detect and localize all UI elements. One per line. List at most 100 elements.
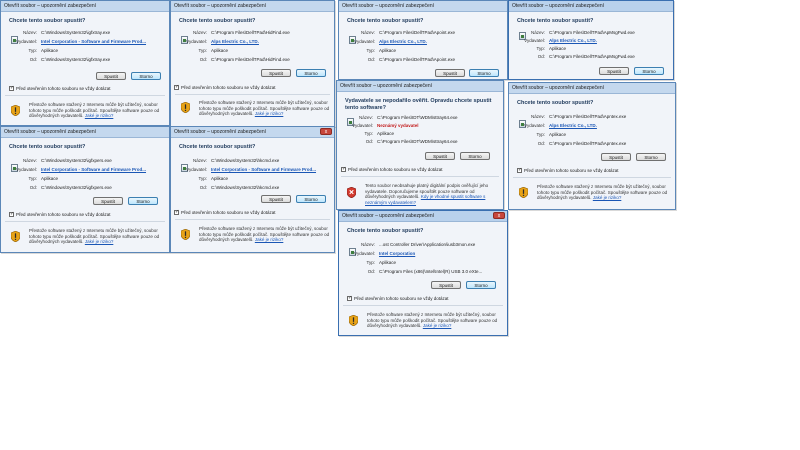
file-type-value: Aplikace [211, 176, 229, 181]
separator [343, 305, 503, 306]
always-ask-checkbox[interactable]: Před otevřením tohoto souboru se vždy do… [517, 167, 619, 174]
run-button[interactable]: Spustit [599, 67, 629, 75]
file-name-value: C:\Program Files\DellTPad\ApMsgFwd.exe [549, 30, 635, 35]
dialog-title: Otevřít soubor – upozornění zabezpečení [1, 127, 169, 138]
separator [5, 95, 165, 96]
file-type-value: Aplikace [379, 260, 397, 265]
security-dialog-iusb3mon: Otevřít soubor – upozornění zabezpečení … [338, 210, 508, 336]
checkbox-icon [9, 211, 14, 218]
file-source-value: C:\Windows\System32\igfxtray.exe [41, 57, 111, 62]
dialog-title: Otevřít soubor – upozornění zabezpečení [509, 1, 673, 12]
cancel-button[interactable]: Storno [296, 195, 326, 203]
dialog-title: Otevřít soubor – upozornění zabezpečení [509, 83, 675, 94]
run-button[interactable]: Spustit [435, 69, 465, 77]
always-ask-checkbox[interactable]: Před otevřením tohoto souboru se vždy do… [9, 211, 111, 218]
security-dialog-igfxpers: Otevřít soubor – upozornění zabezpečení … [0, 126, 170, 253]
file-type-value: Aplikace [41, 48, 59, 53]
always-ask-checkbox[interactable]: Před otevřením tohoto souboru se vždy do… [341, 166, 443, 173]
dialog-question: Chcete tento soubor spustit? [179, 18, 256, 24]
file-name-value: C:\Windows\System32\igfxpers.exe [41, 158, 112, 163]
close-button[interactable]: x [493, 212, 505, 219]
cancel-button[interactable]: Storno [466, 281, 496, 289]
publisher-link[interactable]: Alps Electric Co., LTD. [379, 39, 427, 44]
dialog-question: Chcete tento soubor spustit? [9, 144, 86, 150]
cancel-button[interactable]: Storno [634, 67, 664, 75]
risk-link[interactable]: Jaké je riziko? [85, 113, 114, 118]
shield-warning-icon [181, 229, 190, 240]
publisher-link[interactable]: Intel Corporation - Software and Firmwar… [41, 167, 146, 172]
dialog-question: Chcete tento soubor spustit? [9, 18, 86, 24]
dialog-question: Chcete tento soubor spustit? [179, 144, 256, 150]
risk-link[interactable]: Jaké je riziko? [593, 195, 622, 200]
shield-warning-icon [11, 105, 20, 116]
file-type-value: Aplikace [377, 131, 395, 136]
security-dialog-hidfind: Otevřít soubor – upozornění zabezpečení … [170, 0, 335, 127]
always-ask-checkbox[interactable]: Před otevřením tohoto souboru se vždy do… [174, 209, 276, 216]
dialog-title: Otevřít soubor – upozornění zabezpečení [171, 1, 334, 12]
run-button[interactable]: Spustit [93, 197, 123, 205]
checkbox-icon [341, 166, 346, 173]
file-source-value: C:\Program Files\DellTPad\Apntex.exe [549, 141, 627, 146]
risk-link[interactable]: Jaké je riziko? [85, 239, 114, 244]
run-button[interactable]: Spustit [431, 281, 461, 289]
file-name-value: C:\Program Files\DellTPad\HidFind.exe [211, 30, 290, 35]
publisher-link[interactable]: Alps Electric Co., LTD. [549, 38, 597, 43]
checkbox-icon [174, 84, 179, 91]
run-button[interactable]: Spustit [261, 69, 291, 77]
shield-warning-icon [181, 102, 190, 113]
separator [175, 94, 330, 95]
always-ask-checkbox[interactable]: Před otevřením tohoto souboru se vždy do… [347, 295, 449, 302]
file-type-value: Aplikace [41, 176, 59, 181]
dialog-title: Otevřít soubor – upozornění zabezpečení [339, 211, 507, 222]
cancel-button[interactable]: Storno [460, 152, 490, 160]
dialog-title: Otevřít soubor – upozornění zabezpečení [1, 1, 169, 12]
file-name-value: C:\Windows\System32\igfxtray.exe [41, 30, 111, 35]
file-source-value: C:\Program Files (x86)\Intel\Intel(R) US… [379, 269, 483, 274]
cancel-button[interactable]: Storno [296, 69, 326, 77]
shield-warning-icon [519, 187, 528, 198]
publisher-link[interactable]: Intel Corporation - Software and Firmwar… [211, 167, 316, 172]
risk-link[interactable]: Jaké je riziko? [255, 111, 284, 116]
risk-link[interactable]: Jaké je riziko? [423, 323, 452, 328]
checkbox-icon [347, 295, 352, 302]
file-type-value: Aplikace [549, 46, 567, 51]
publisher-link[interactable]: Alps Electric Co., LTD. [211, 39, 259, 44]
shield-error-icon [347, 187, 356, 198]
file-type-value: Aplikace [549, 132, 567, 137]
file-source-value: C:\Program Files\DellTPad\HidFind.exe [211, 57, 290, 62]
shield-warning-icon [11, 231, 20, 242]
file-source-value: C:\Program Files\IDT\WDM\sttray64.exe [377, 139, 458, 144]
publisher-link[interactable]: Intel Corporation - Software and Firmwar… [41, 39, 146, 44]
close-button[interactable]: x [320, 128, 332, 135]
run-button[interactable]: Spustit [261, 195, 291, 203]
run-button[interactable]: Spustit [601, 153, 631, 161]
publisher-link[interactable]: Intel Corporation [379, 251, 415, 256]
cancel-button[interactable]: Storno [469, 69, 499, 77]
run-button[interactable]: Spustit [425, 152, 455, 160]
file-name-value: ...ost Controller Driver\Application\ius… [379, 242, 476, 247]
always-ask-checkbox[interactable]: Před otevřením tohoto souboru se vždy do… [9, 85, 111, 92]
file-source-value: C:\Program Files\DellTPad\Apoint.exe [379, 57, 456, 62]
dialog-title: Otevřít soubor – upozornění zabezpečení [171, 127, 334, 138]
file-source-value: C:\Program Files\DellTPad\ApMsgFwd.exe [549, 54, 635, 59]
separator [175, 219, 330, 220]
security-dialog-hkcmd: Otevřít soubor – upozornění zabezpečení … [170, 126, 335, 253]
security-dialog-apoint: Otevřít soubor – upozornění zabezpečení … [338, 0, 508, 80]
publisher-value: Neznámý vydavatel [377, 123, 419, 128]
security-dialog-apmsgfwd: Otevřít soubor – upozornění zabezpečení … [508, 0, 674, 80]
run-button[interactable]: Spustit [96, 72, 126, 80]
always-ask-checkbox[interactable]: Před otevřením tohoto souboru se vždy do… [174, 84, 276, 91]
cancel-button[interactable]: Storno [131, 72, 161, 80]
checkbox-icon [517, 167, 522, 174]
cancel-button[interactable]: Storno [636, 153, 666, 161]
file-name-value: C:\Windows\System32\hkcmd.exe [211, 158, 280, 163]
publisher-link[interactable]: Alps Electric Co., LTD. [549, 123, 597, 128]
cancel-button[interactable]: Storno [128, 197, 158, 205]
dialog-question: Chcete tento soubor spustit? [517, 18, 594, 24]
dialog-title: Otevřít soubor – upozornění zabezpečení [339, 1, 507, 12]
file-type-value: Aplikace [379, 48, 397, 53]
separator [513, 177, 671, 178]
risk-link[interactable]: Jaké je riziko? [255, 237, 284, 242]
separator [5, 221, 165, 222]
dialog-title: Otevřít soubor – upozornění zabezpečení [337, 81, 503, 92]
